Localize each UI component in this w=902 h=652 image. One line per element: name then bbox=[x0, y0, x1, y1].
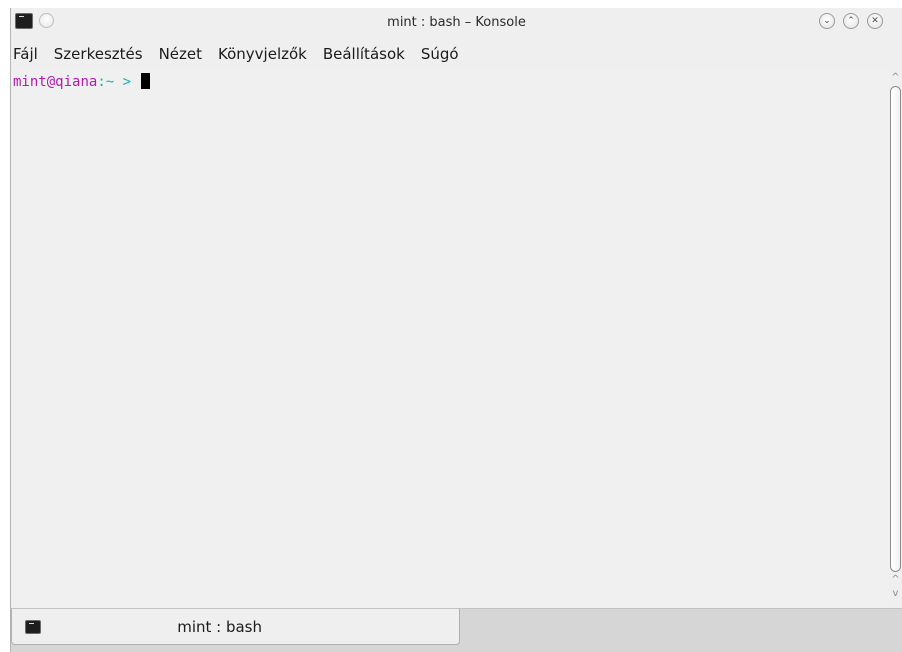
prompt-separator: : bbox=[97, 74, 106, 90]
scroll-up-lower-icon[interactable]: ^ bbox=[889, 574, 902, 586]
title-bar[interactable]: mint : bash – Konsole ⌄ ⌃ ✕ bbox=[11, 8, 902, 38]
minimize-button[interactable]: ⌄ bbox=[819, 13, 835, 29]
scroll-down-icon[interactable]: v bbox=[889, 588, 902, 600]
vertical-scrollbar[interactable]: ^ ^ v bbox=[889, 70, 902, 608]
prompt-symbol: > bbox=[114, 74, 132, 90]
menu-item-edit[interactable]: Szerkesztés bbox=[46, 42, 151, 66]
scroll-thumb[interactable] bbox=[890, 86, 901, 572]
chevron-up-icon: ⌃ bbox=[847, 16, 855, 26]
prompt-line: mint@qiana:~ > bbox=[13, 73, 889, 91]
menu-item-settings[interactable]: Beállítások bbox=[315, 42, 413, 66]
menu-item-bookmarks[interactable]: Könyvjelzők bbox=[210, 42, 315, 66]
menu-item-help[interactable]: Súgó bbox=[413, 42, 467, 66]
prompt-host: qiana bbox=[55, 74, 98, 90]
close-icon: ✕ bbox=[871, 16, 879, 26]
maximize-button[interactable]: ⌃ bbox=[843, 13, 859, 29]
konsole-window: mint : bash – Konsole ⌄ ⌃ ✕ Fájl Szerkes… bbox=[10, 8, 902, 652]
menu-item-file[interactable]: Fájl bbox=[11, 42, 46, 66]
window-title: mint : bash – Konsole bbox=[387, 15, 526, 30]
text-cursor bbox=[141, 73, 151, 89]
tab-mint-bash[interactable]: mint : bash bbox=[11, 609, 460, 645]
chevron-down-icon: ⌄ bbox=[823, 16, 831, 26]
menu-item-view[interactable]: Nézet bbox=[151, 42, 210, 66]
close-button[interactable]: ✕ bbox=[867, 13, 883, 29]
prompt-path: ~ bbox=[105, 74, 115, 90]
prompt-user: mint bbox=[13, 74, 47, 90]
prompt-at: @ bbox=[46, 74, 56, 90]
terminal-output[interactable]: mint@qiana:~ > bbox=[11, 70, 889, 608]
tab-label: mint : bash bbox=[177, 618, 262, 636]
menu-bar: Fájl Szerkesztés Nézet Könyvjelzők Beáll… bbox=[11, 41, 902, 67]
tab-bar: mint : bash bbox=[11, 608, 902, 652]
scroll-up-icon[interactable]: ^ bbox=[889, 72, 902, 84]
